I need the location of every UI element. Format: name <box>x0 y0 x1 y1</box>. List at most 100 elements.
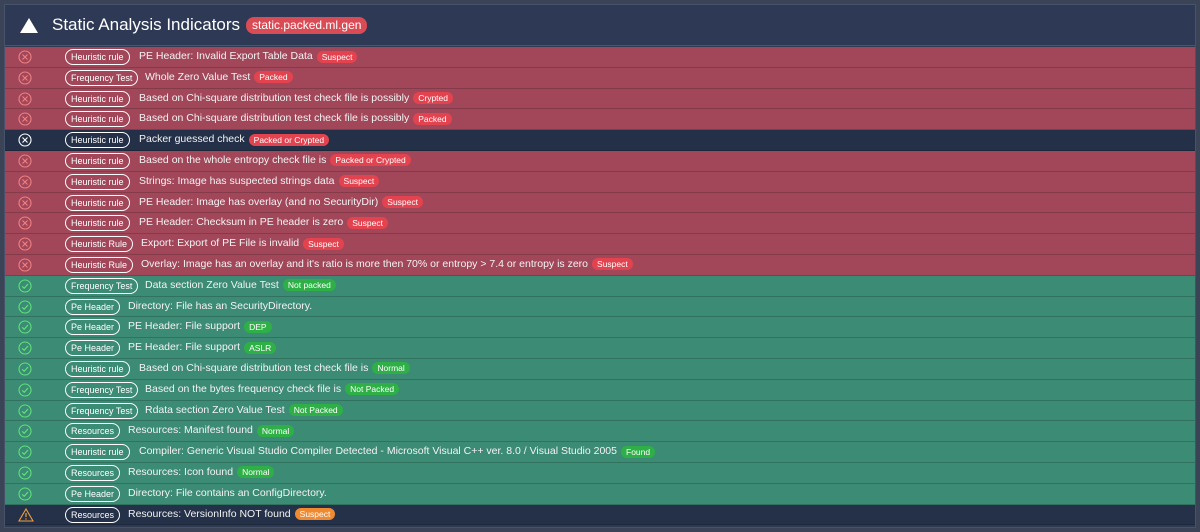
indicator-row[interactable]: Pe Header Directory: File has an Security… <box>5 296 1195 318</box>
indicator-row[interactable]: Heuristic rule Based on Chi-square distri… <box>5 88 1195 110</box>
indicator-description: PE Header: Invalid Export Table Data Susp… <box>139 49 358 64</box>
indicator-row[interactable]: Heuristic rule PE Header: Checksum in PE … <box>5 213 1195 235</box>
indicator-text: Directory: File has an SecurityDirectory… <box>128 299 313 312</box>
indicator-text: Resources: VersionInfo NOT found <box>128 507 291 520</box>
error-circle-icon <box>18 71 32 85</box>
result-badge: Crypted <box>413 92 453 105</box>
indicator-text: Compiler: Generic Visual Studio Compiler… <box>139 445 617 458</box>
indicator-description: Strings: Image has suspected strings dat… <box>139 174 380 189</box>
result-badge: Not Packed <box>288 404 343 417</box>
panel-header[interactable]: Static Analysis Indicators static.packed… <box>5 5 1195 46</box>
indicator-text: Based on Chi-square distribution test ch… <box>139 361 369 374</box>
category-pill: Heuristic rule <box>65 49 130 65</box>
indicator-row[interactable]: Heuristic rule Based on the whole entropy… <box>5 150 1195 172</box>
indicator-row[interactable]: Heuristic rule Strings: Image has suspect… <box>5 171 1195 193</box>
indicator-text: Based on Chi-square distribution test ch… <box>139 112 410 125</box>
indicator-row[interactable]: Heuristic Rule Export: Export of PE File … <box>5 234 1195 255</box>
indicator-row[interactable]: Resources Resources: Manifest found Normal <box>5 421 1195 443</box>
category-pill: Heuristic rule <box>65 90 130 107</box>
indicator-row[interactable]: Frequency Test Based on the bytes frequen… <box>5 379 1195 401</box>
indicator-text: PE Header: Image has overlay (and no Sec… <box>139 195 379 208</box>
result-badge: Packed <box>254 71 293 84</box>
category-pill: Pe Header <box>65 319 121 336</box>
indicator-row[interactable]: Pe Header Directory: File contains an Con… <box>5 483 1195 505</box>
category-pill: Heuristic rule <box>65 173 130 190</box>
indicator-row[interactable]: Heuristic rule PE Header: Invalid Export … <box>5 47 1195 68</box>
warning-triangle-icon <box>18 507 34 522</box>
error-circle-icon <box>18 154 32 168</box>
result-badge: Packed or Crypted <box>248 133 330 146</box>
error-circle-icon <box>18 196 32 210</box>
category-pill: Pe Header <box>65 298 121 315</box>
detection-tag: static.packed.ml.gen <box>246 16 368 34</box>
result-badge: Suspect <box>382 196 423 209</box>
check-circle-icon <box>18 279 32 293</box>
indicator-row[interactable]: Heuristic rule Compiler: Generic Visual S… <box>5 442 1195 463</box>
indicator-row[interactable]: Pe Header PE Header: File support DEP <box>5 317 1195 339</box>
error-circle-icon <box>18 237 32 251</box>
check-circle-icon <box>18 362 32 376</box>
indicator-row[interactable]: Heuristic rule Based on Chi-square distri… <box>5 109 1195 131</box>
indicator-row[interactable]: Resources Resources: VersionInfo NOT foun… <box>5 504 1195 526</box>
indicator-description: Directory: File has an SecurityDirectory… <box>128 299 312 314</box>
check-circle-icon <box>18 383 32 397</box>
category-pill: Heuristic rule <box>65 444 130 461</box>
indicator-text: Strings: Image has suspected strings dat… <box>139 174 335 187</box>
category-pill: Pe Header <box>65 485 121 502</box>
indicator-text: Overlay: Image has an overlay and it's r… <box>141 257 589 270</box>
indicator-row[interactable]: Frequency Test Rdata section Zero Value T… <box>5 400 1195 422</box>
result-badge: ASLR <box>244 341 277 354</box>
check-circle-icon <box>18 466 32 480</box>
indicator-description: Overlay: Image has an overlay and it's r… <box>141 257 633 272</box>
indicator-row[interactable]: Heuristic rule Based on Chi-square distri… <box>5 358 1195 380</box>
result-badge: Suspect <box>347 216 388 229</box>
category-pill: Heuristic rule <box>65 194 130 211</box>
indicator-text: Based on Chi-square distribution test ch… <box>139 91 410 104</box>
error-circle-icon <box>18 50 32 64</box>
check-circle-icon <box>18 320 32 334</box>
indicator-row[interactable]: Heuristic rule PE Header: Image has overl… <box>5 192 1195 214</box>
category-pill: Heuristic rule <box>65 132 130 149</box>
indicator-row[interactable]: Pe Header PE Header: File support ASLR <box>5 338 1195 359</box>
result-badge: DEP <box>244 320 272 333</box>
indicator-description: Based on Chi-square distribution test ch… <box>139 361 410 376</box>
result-badge: Suspect <box>592 258 633 271</box>
indicator-description: PE Header: File support ASLR <box>128 340 277 355</box>
check-circle-icon <box>18 403 32 418</box>
indicator-text: Rdata section Zero Value Test <box>145 403 285 416</box>
indicator-text: PE Header: File support <box>128 341 241 354</box>
indicator-row[interactable]: Resources Resources: Icon found Normal <box>5 462 1195 484</box>
indicator-description: PE Header: Image has overlay (and no Sec… <box>139 195 423 210</box>
result-badge: Not Packed <box>345 383 400 396</box>
result-badge: Suspect <box>303 237 344 250</box>
indicator-description: Resources: Manifest found Normal <box>128 423 295 438</box>
indicator-description: Rdata section Zero Value Test Not Packed <box>145 403 343 418</box>
category-pill: Resources <box>65 464 121 481</box>
indicator-text: PE Header: File support <box>128 320 241 333</box>
error-circle-icon <box>18 258 32 272</box>
category-pill: Heuristic rule <box>65 152 130 169</box>
indicator-row[interactable]: Heuristic Rule Overlay: Image has an over… <box>5 254 1195 276</box>
indicator-row[interactable]: Frequency Test Data section Zero Value Te… <box>5 275 1195 297</box>
category-pill: Frequency Test <box>65 277 139 294</box>
category-pill: Heuristic rule <box>65 215 130 232</box>
indicator-row[interactable]: Frequency Test Whole Zero Value Test Packe… <box>5 67 1195 89</box>
category-pill: Heuristic rule <box>65 111 130 128</box>
indicator-description: Export: Export of PE File is invalid Susp… <box>141 236 344 251</box>
indicator-text: PE Header: Invalid Export Table Data <box>139 50 313 62</box>
indicator-row[interactable]: Heuristic rule Packer guessed check Packed… <box>5 130 1195 151</box>
category-pill: Frequency Test <box>65 381 139 398</box>
result-badge: Suspect <box>316 50 358 63</box>
indicator-text: Based on the bytes frequency check file … <box>145 382 342 395</box>
result-badge: Packed or Crypted <box>330 154 411 167</box>
result-badge: Suspect <box>338 175 380 188</box>
error-circle-icon <box>18 92 32 106</box>
result-badge: Packed <box>413 112 452 125</box>
category-pill: Heuristic Rule <box>65 256 134 273</box>
panel-title: Static Analysis Indicators <box>52 15 241 34</box>
static-analysis-panel: Static Analysis Indicators static.packed… <box>4 4 1196 528</box>
indicator-text: Export: Export of PE File is invalid <box>141 237 300 250</box>
category-pill: Resources <box>65 423 121 440</box>
category-pill: Frequency Test <box>65 69 139 86</box>
indicator-text: Data section Zero Value Test <box>145 278 279 291</box>
